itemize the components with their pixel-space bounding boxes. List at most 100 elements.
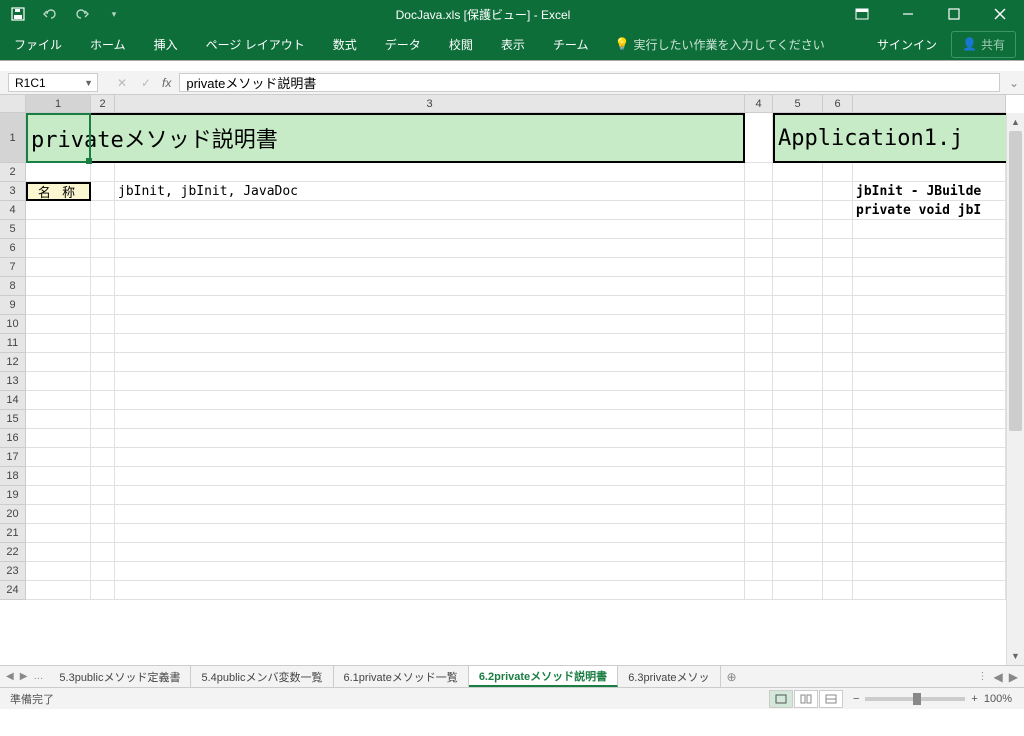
- cell[interactable]: [823, 448, 853, 467]
- cell[interactable]: [823, 315, 853, 334]
- cell[interactable]: [773, 467, 823, 486]
- cell[interactable]: [773, 163, 823, 182]
- cell[interactable]: [745, 391, 773, 410]
- horizontal-scrollbar[interactable]: ⋮ ◀ ▶: [743, 666, 1024, 687]
- zoom-out-icon[interactable]: −: [853, 693, 859, 705]
- cancel-icon[interactable]: ✕: [110, 71, 134, 94]
- tab-nav-more-icon[interactable]: …: [33, 671, 43, 682]
- cell[interactable]: [773, 182, 823, 201]
- cell[interactable]: [853, 277, 1006, 296]
- col-header[interactable]: 6: [823, 95, 853, 112]
- cell[interactable]: [823, 486, 853, 505]
- sheet-tab[interactable]: 5.4publicメンバ変数一覧: [191, 666, 333, 687]
- cell[interactable]: [745, 334, 773, 353]
- cell[interactable]: [91, 448, 115, 467]
- row-header[interactable]: 2: [0, 163, 26, 182]
- cell[interactable]: [26, 486, 91, 505]
- cell[interactable]: [853, 163, 1006, 182]
- cell[interactable]: [91, 410, 115, 429]
- cell[interactable]: [823, 429, 853, 448]
- row-header[interactable]: 23: [0, 562, 26, 581]
- row-header[interactable]: 17: [0, 448, 26, 467]
- cell[interactable]: [26, 372, 91, 391]
- cell[interactable]: [773, 315, 823, 334]
- cell[interactable]: [773, 543, 823, 562]
- undo-icon[interactable]: [38, 2, 62, 26]
- cell[interactable]: [91, 334, 115, 353]
- expand-formula-icon[interactable]: ⌄: [1004, 71, 1024, 94]
- cell[interactable]: [91, 486, 115, 505]
- cell[interactable]: [745, 581, 773, 600]
- tab-insert[interactable]: 挿入: [140, 28, 192, 60]
- cell[interactable]: [115, 353, 745, 372]
- cell[interactable]: [823, 296, 853, 315]
- cell[interactable]: [853, 296, 1006, 315]
- cell[interactable]: [115, 239, 745, 258]
- cell[interactable]: [853, 486, 1006, 505]
- cell[interactable]: [115, 486, 745, 505]
- row-header[interactable]: 4: [0, 201, 26, 220]
- cell[interactable]: [26, 391, 91, 410]
- cell[interactable]: [823, 220, 853, 239]
- row-header[interactable]: 15: [0, 410, 26, 429]
- confirm-icon[interactable]: ✓: [134, 71, 158, 94]
- sheet-tab[interactable]: 6.1privateメソッド一覧: [334, 666, 469, 687]
- cell[interactable]: [91, 467, 115, 486]
- cell[interactable]: [26, 296, 91, 315]
- cell[interactable]: [745, 239, 773, 258]
- cell[interactable]: [773, 277, 823, 296]
- cell[interactable]: [823, 524, 853, 543]
- row-header[interactable]: 13: [0, 372, 26, 391]
- cell[interactable]: 名 称: [26, 182, 91, 201]
- cell[interactable]: [773, 524, 823, 543]
- cell[interactable]: [853, 581, 1006, 600]
- cell[interactable]: [773, 258, 823, 277]
- cell[interactable]: [115, 163, 745, 182]
- cell[interactable]: [91, 201, 115, 220]
- cell[interactable]: [745, 201, 773, 220]
- cell[interactable]: [26, 448, 91, 467]
- cell[interactable]: [745, 220, 773, 239]
- cell[interactable]: [26, 334, 91, 353]
- cell[interactable]: [115, 581, 745, 600]
- view-page-layout-icon[interactable]: [794, 690, 818, 708]
- cell[interactable]: [745, 372, 773, 391]
- cell[interactable]: [773, 201, 823, 220]
- cell[interactable]: [115, 220, 745, 239]
- tab-review[interactable]: 校閲: [435, 28, 487, 60]
- cell[interactable]: [115, 315, 745, 334]
- cell[interactable]: [853, 334, 1006, 353]
- row-header[interactable]: 12: [0, 353, 26, 372]
- cell[interactable]: [115, 296, 745, 315]
- redo-icon[interactable]: [70, 2, 94, 26]
- row-header[interactable]: 9: [0, 296, 26, 315]
- cell[interactable]: [115, 334, 745, 353]
- signin-link[interactable]: サインイン: [863, 36, 951, 53]
- cell[interactable]: jbInit - JBuilde: [853, 182, 1006, 201]
- zoom-slider[interactable]: [865, 697, 965, 701]
- cell[interactable]: [115, 391, 745, 410]
- row-header[interactable]: 22: [0, 543, 26, 562]
- sheet-tab[interactable]: 6.3privateメソッ: [618, 666, 720, 687]
- cell[interactable]: [115, 277, 745, 296]
- row-header[interactable]: 7: [0, 258, 26, 277]
- vertical-scrollbar[interactable]: ▲ ▼: [1006, 113, 1024, 665]
- cell[interactable]: [745, 182, 773, 201]
- col-header[interactable]: 4: [745, 95, 773, 112]
- row-header[interactable]: 14: [0, 391, 26, 410]
- cell[interactable]: [745, 258, 773, 277]
- cell[interactable]: [853, 391, 1006, 410]
- row-header[interactable]: 24: [0, 581, 26, 600]
- cell[interactable]: [26, 353, 91, 372]
- cell[interactable]: [773, 410, 823, 429]
- scroll-down-icon[interactable]: ▼: [1007, 647, 1024, 665]
- cell[interactable]: [745, 543, 773, 562]
- cell[interactable]: [823, 277, 853, 296]
- row-header[interactable]: 19: [0, 486, 26, 505]
- cell[interactable]: [26, 429, 91, 448]
- cell[interactable]: [853, 220, 1006, 239]
- cell[interactable]: [115, 258, 745, 277]
- cell[interactable]: [745, 429, 773, 448]
- cell[interactable]: [823, 353, 853, 372]
- cell[interactable]: [91, 543, 115, 562]
